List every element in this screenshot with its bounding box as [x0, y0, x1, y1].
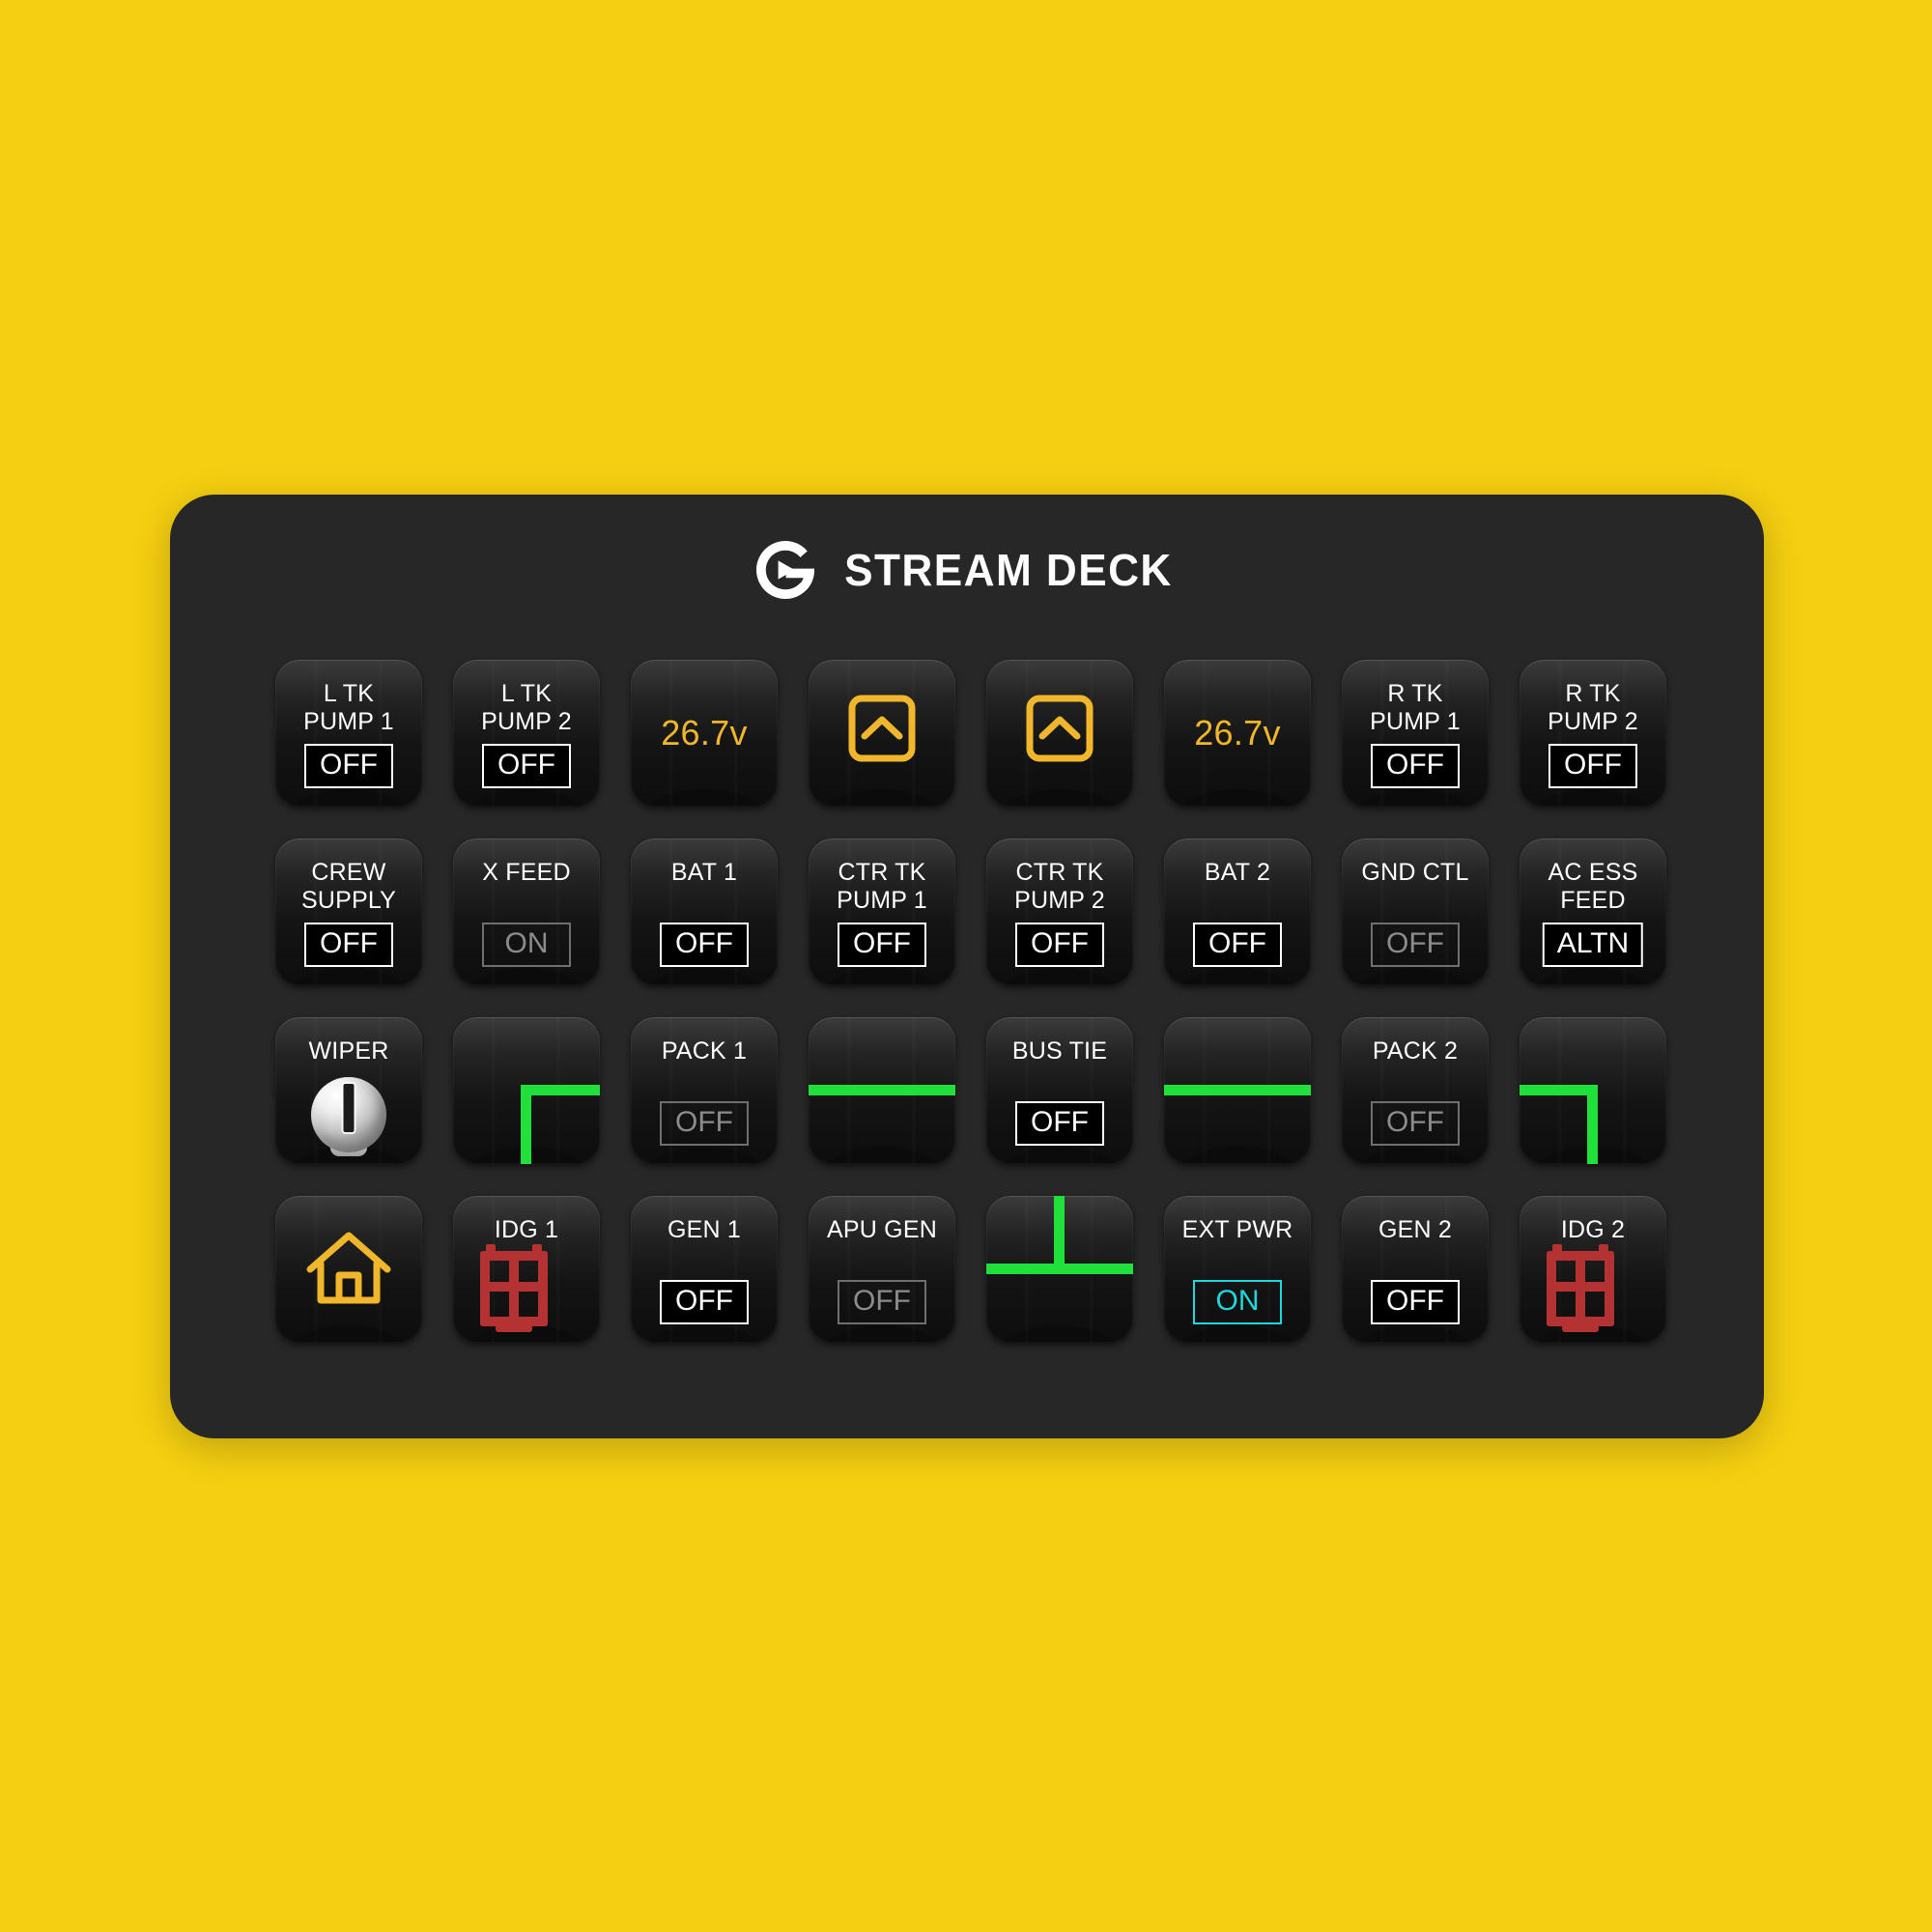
idg-grid-icon: [453, 1240, 600, 1343]
key-value: OFF: [838, 923, 926, 967]
key-bus-elbow-left[interactable]: [453, 1017, 600, 1164]
stream-deck-brand: STREAM DECK: [170, 535, 1764, 605]
key-pack-1[interactable]: PACK 1 OFF: [631, 1017, 778, 1164]
key-ctr-tk-pump-2[interactable]: CTR TK PUMP 2 OFF: [986, 838, 1133, 985]
key-value: OFF: [660, 1101, 749, 1146]
key-value: OFF: [660, 923, 749, 967]
key-value: OFF: [1548, 744, 1637, 788]
key-label: GEN 1: [667, 1216, 742, 1243]
key-r-tk-pump-2[interactable]: R TK PUMP 2 OFF: [1520, 660, 1666, 807]
key-value: OFF: [1193, 923, 1282, 967]
key-value: OFF: [1015, 1101, 1104, 1146]
key-label: BAT 1: [670, 859, 738, 886]
key-label: CTR TK PUMP 1: [837, 859, 927, 914]
key-value: OFF: [1371, 744, 1460, 788]
key-left-voltage[interactable]: 26.7v: [631, 660, 778, 807]
key-left-chevron-up[interactable]: [809, 660, 955, 807]
key-bus-elbow-right[interactable]: [1520, 1017, 1666, 1164]
key-ctr-tk-pump-1[interactable]: CTR TK PUMP 1 OFF: [809, 838, 955, 985]
key-label: GEN 2: [1378, 1216, 1453, 1243]
key-value: OFF: [660, 1280, 749, 1324]
key-ext-pwr[interactable]: EXT PWR ON: [1164, 1196, 1311, 1343]
key-label: R TK PUMP 2: [1548, 680, 1638, 735]
key-label: PACK 1: [661, 1037, 748, 1065]
chevron-up-boxed-icon: [809, 660, 955, 807]
key-label: CTR TK PUMP 2: [1014, 859, 1105, 914]
key-label: BUS TIE: [1011, 1037, 1108, 1065]
key-l-tk-pump-1[interactable]: L TK PUMP 1 OFF: [275, 660, 422, 807]
key-label: L TK PUMP 2: [481, 680, 572, 735]
key-value: ALTN: [1542, 923, 1644, 967]
key-label: GND CTL: [1361, 859, 1469, 886]
voltage-readout: 26.7v: [661, 713, 748, 753]
key-bus-line-right[interactable]: [1164, 1017, 1311, 1164]
key-value: OFF: [838, 1280, 926, 1324]
key-value: OFF: [1015, 923, 1104, 967]
key-label: R TK PUMP 1: [1370, 680, 1461, 735]
key-value: ON: [482, 923, 571, 967]
voltage-readout: 26.7v: [1194, 713, 1281, 753]
key-value: OFF: [1371, 1280, 1460, 1324]
key-crew-supply[interactable]: CREW SUPPLY OFF: [275, 838, 422, 985]
key-bus-tie[interactable]: BUS TIE OFF: [986, 1017, 1133, 1164]
key-bus-line-left[interactable]: [809, 1017, 955, 1164]
key-gen-2[interactable]: GEN 2 OFF: [1342, 1196, 1489, 1343]
key-pack-2[interactable]: PACK 2 OFF: [1342, 1017, 1489, 1164]
key-label: X FEED: [482, 859, 571, 886]
key-value: OFF: [1371, 923, 1460, 967]
key-grid: L TK PUMP 1 OFF L TK PUMP 2 OFF 26.7v 26.7v R …: [275, 660, 1666, 1343]
key-r-tk-pump-1[interactable]: R TK PUMP 1 OFF: [1342, 660, 1489, 807]
key-gnd-ctl[interactable]: GND CTL OFF: [1342, 838, 1489, 985]
key-value: OFF: [304, 744, 393, 788]
key-home[interactable]: [275, 1196, 422, 1343]
key-x-feed[interactable]: X FEED ON: [453, 838, 600, 985]
key-bat-1[interactable]: BAT 1 OFF: [631, 838, 778, 985]
home-icon: [275, 1196, 422, 1343]
key-apu-gen[interactable]: APU GEN OFF: [809, 1196, 955, 1343]
key-label: PACK 2: [1372, 1037, 1459, 1065]
key-bus-tee[interactable]: [986, 1196, 1133, 1343]
key-ac-ess-feed[interactable]: AC ESS FEED ALTN: [1520, 838, 1666, 985]
key-value: ON: [1193, 1280, 1282, 1324]
key-label: CREW SUPPLY: [300, 859, 396, 914]
brand-wordmark: STREAM DECK: [844, 545, 1173, 595]
key-value: OFF: [1371, 1101, 1460, 1146]
elgato-logo-icon: [756, 541, 815, 599]
key-label: BAT 2: [1204, 859, 1271, 886]
key-label: APU GEN: [827, 1216, 937, 1243]
chevron-up-boxed-icon: [986, 660, 1133, 807]
key-label: AC ESS FEED: [1548, 859, 1638, 914]
key-wiper[interactable]: WIPER: [275, 1017, 422, 1164]
knob-pointer: [343, 1084, 355, 1132]
stream-deck-device: STREAM DECK L TK PUMP 1 OFF L TK PUMP 2 OFF…: [170, 495, 1764, 1438]
key-label: L TK PUMP 1: [303, 680, 394, 735]
key-gen-1[interactable]: GEN 1 OFF: [631, 1196, 778, 1343]
key-l-tk-pump-2[interactable]: L TK PUMP 2 OFF: [453, 660, 600, 807]
key-right-voltage[interactable]: 26.7v: [1164, 660, 1311, 807]
idg-grid-icon: [1520, 1240, 1666, 1343]
key-idg-1[interactable]: IDG 1: [453, 1196, 600, 1343]
key-bat-2[interactable]: BAT 2 OFF: [1164, 838, 1311, 985]
key-value: OFF: [482, 744, 571, 788]
rotary-knob-icon[interactable]: [311, 1077, 386, 1156]
knob-wrapper: [275, 1062, 422, 1164]
key-idg-2[interactable]: IDG 2: [1520, 1196, 1666, 1343]
key-right-chevron-up[interactable]: [986, 660, 1133, 807]
key-value: OFF: [304, 923, 393, 967]
key-label: EXT PWR: [1181, 1216, 1293, 1243]
